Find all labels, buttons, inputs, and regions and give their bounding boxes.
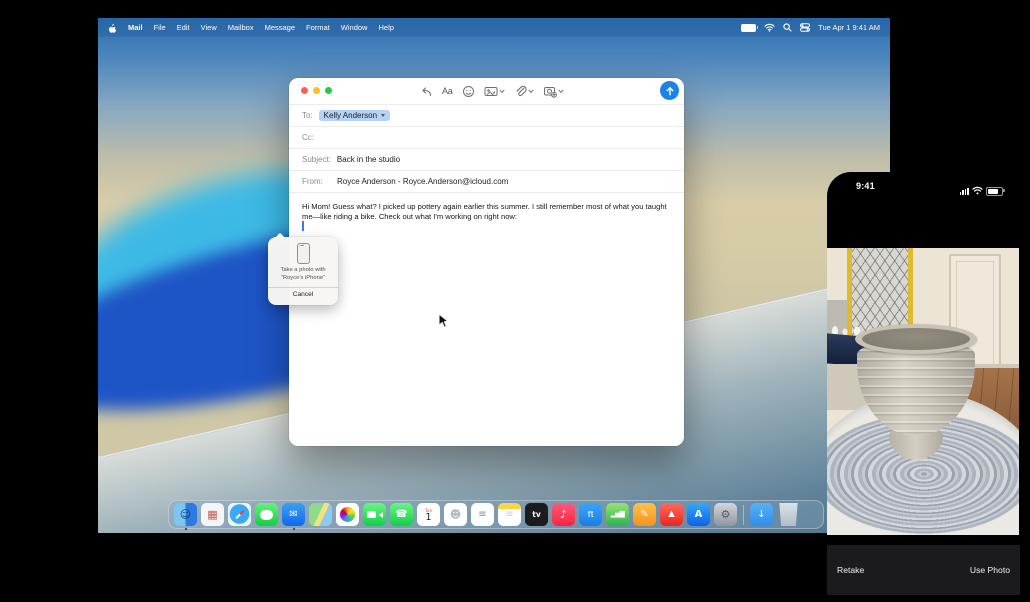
cellular-signal-icon [960, 188, 969, 195]
attach-button[interactable] [514, 85, 534, 98]
dock-maps-icon[interactable] [309, 503, 332, 526]
dock-appletv-icon[interactable]: tv [525, 503, 548, 526]
menu-item-edit[interactable]: Edit [177, 23, 190, 32]
recipient-name: Kelly Anderson [324, 111, 377, 120]
apple-menu-icon[interactable] [108, 22, 117, 33]
minimize-button[interactable] [313, 87, 320, 94]
menu-item-message[interactable]: Message [265, 23, 295, 32]
emoji-button[interactable] [462, 85, 475, 98]
menu-bar-clock[interactable]: Tue Apr 1 9:41 AM [818, 23, 880, 32]
dock-numbers-icon[interactable]: ▂▅▇ [606, 503, 629, 526]
menu-bar: Mail File Edit View Mailbox Message Form… [98, 18, 890, 37]
retake-button[interactable]: Retake [837, 565, 864, 575]
mouse-pointer [438, 313, 449, 334]
battery-icon[interactable] [741, 24, 756, 32]
photo-browser-button[interactable] [484, 85, 505, 98]
menu-item-file[interactable]: File [154, 23, 166, 32]
compose-titlebar[interactable]: Aa [289, 78, 684, 105]
iphone-camera-panel: 9:41 Retake Use Photo [827, 172, 1030, 602]
recipient-token[interactable]: Kelly Anderson [319, 110, 390, 122]
iphone-clock: 9:41 [856, 181, 875, 191]
to-label: To: [302, 111, 313, 120]
dock-contacts-icon[interactable]: ☻ [444, 503, 467, 526]
mail-compose-window: Aa [289, 78, 684, 446]
close-button[interactable] [301, 87, 308, 94]
dock-launchpad-icon[interactable]: ▦ [201, 503, 224, 526]
wifi-icon[interactable] [764, 23, 775, 32]
use-photo-button[interactable]: Use Photo [970, 565, 1010, 575]
menu-item-window[interactable]: Window [341, 23, 368, 32]
iphone-outline-icon [297, 243, 310, 264]
insert-from-iphone-button[interactable] [543, 85, 564, 98]
dock-appstore-icon[interactable]: A [687, 503, 710, 526]
menu-item-app[interactable]: Mail [128, 23, 143, 32]
subject-value: Back in the studio [337, 155, 400, 164]
popup-title-line1: Take a photo with [268, 267, 338, 275]
continuity-camera-popup: Take a photo with “Royce’s iPhone” Cance… [268, 237, 338, 305]
menu-item-view[interactable]: View [201, 23, 217, 32]
dock-downloads-icon[interactable]: ↓ [750, 503, 773, 526]
mac-desktop: Mail File Edit View Mailbox Message Form… [98, 18, 890, 533]
dock-messages-icon[interactable] [255, 503, 278, 526]
dock-keynote-icon[interactable]: π [579, 503, 602, 526]
recipient-chevron-icon [381, 114, 385, 117]
to-field[interactable]: To: Kelly Anderson [289, 105, 684, 127]
format-button[interactable]: Aa [442, 86, 453, 96]
control-center-icon[interactable] [800, 23, 810, 32]
menu-item-help[interactable]: Help [378, 23, 393, 32]
cc-label: Cc: [302, 133, 314, 142]
dock-settings-icon[interactable]: ⚙ [714, 503, 737, 526]
from-field[interactable]: From: Royce Anderson - Royce.Anderson@ic… [289, 171, 684, 193]
undo-button[interactable] [420, 85, 433, 98]
iphone-wifi-icon [972, 182, 983, 200]
from-label: From: [302, 177, 331, 186]
iphone-status-bar: 9:41 [827, 181, 1022, 193]
captured-photo-preview [827, 248, 1019, 535]
menu-item-mailbox[interactable]: Mailbox [228, 23, 254, 32]
send-button[interactable] [660, 81, 679, 100]
dock-facetime-icon[interactable] [363, 503, 386, 526]
dock-photos-icon[interactable] [336, 503, 359, 526]
dock-calendar-icon[interactable]: Tue1 [417, 503, 440, 526]
dock-pages-icon[interactable]: ✎ [633, 503, 656, 526]
dock-music-icon[interactable]: ♪ [552, 503, 575, 526]
zoom-button[interactable] [325, 87, 332, 94]
subject-label: Subject: [302, 155, 331, 164]
subject-field[interactable]: Subject: Back in the studio [289, 149, 684, 171]
dock-reminders-icon[interactable]: ≡ [471, 503, 494, 526]
dock-trash-icon[interactable] [777, 503, 800, 526]
camera-action-bar: Retake Use Photo [827, 545, 1020, 595]
dock-safari-icon[interactable] [228, 503, 251, 526]
from-value: Royce Anderson - Royce.Anderson@icloud.c… [337, 177, 508, 186]
popup-title-line2: “Royce’s iPhone” [268, 275, 338, 283]
dock-notes-icon[interactable]: ≡ [498, 503, 521, 526]
dock-rocket-icon[interactable]: ▲ [660, 503, 683, 526]
text-caret [302, 221, 304, 231]
cc-field[interactable]: Cc: [289, 127, 684, 149]
dock-divider [743, 505, 744, 525]
dock-finder-icon[interactable]: ☺ [174, 503, 197, 526]
iphone-battery-icon [986, 187, 1003, 196]
dock: ☺▦✉☎Tue1☻≡≡tv♪π▂▅▇✎▲A⚙↓ [168, 500, 824, 529]
spotlight-search-icon[interactable] [783, 23, 792, 32]
photo-pot-rim [855, 324, 977, 354]
dock-phone-icon[interactable]: ☎ [390, 503, 413, 526]
menu-item-format[interactable]: Format [306, 23, 330, 32]
cancel-button[interactable]: Cancel [268, 288, 338, 299]
message-body[interactable]: Hi Mom! Guess what? I picked up pottery … [289, 193, 686, 222]
dock-mail-icon[interactable]: ✉ [282, 503, 305, 526]
